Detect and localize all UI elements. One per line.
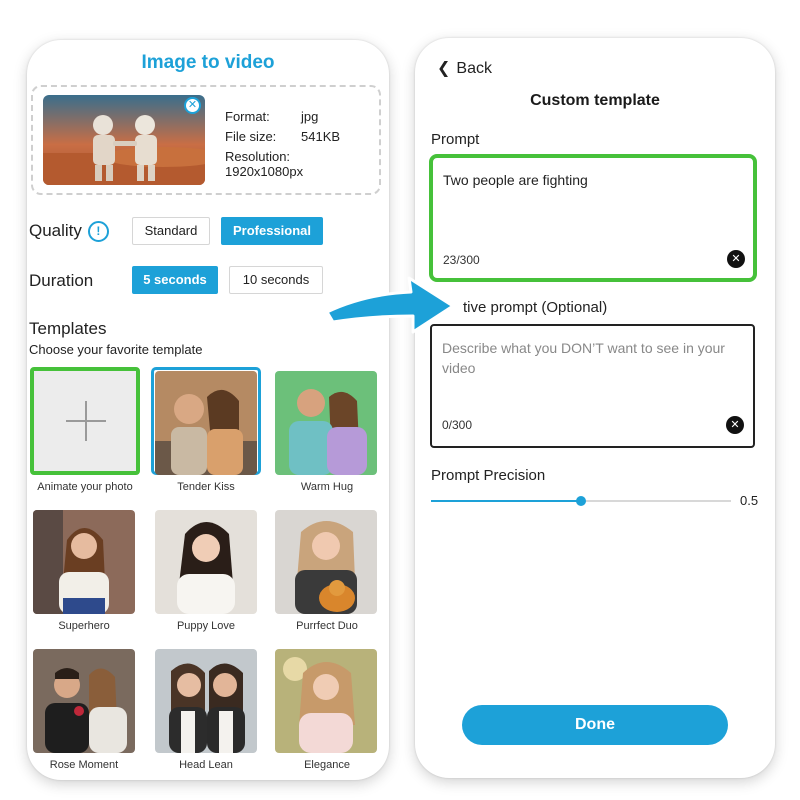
duration-10s-button[interactable]: 10 seconds [229,266,323,294]
negative-prompt-label: tive prompt (Optional) [463,299,608,316]
negative-prompt-counter: 0/300 [442,418,473,432]
prompt-input[interactable]: Two people are fighting 23/300 ✕ [429,154,757,282]
duration-label: Duration [29,271,94,290]
template-label: Purrfect Duo [296,620,358,632]
back-button[interactable]: ❮ Back [437,58,492,78]
remove-image-icon[interactable]: ✕ [184,97,201,114]
template-superhero[interactable] [33,510,135,614]
back-label: Back [456,60,492,77]
superhero-image [33,510,135,614]
duration-5s-button[interactable]: 5 seconds [132,266,218,294]
custom-template-screen: ❮ Back Custom template Prompt Two people … [415,38,775,778]
template-head-lean[interactable] [155,649,257,753]
done-button[interactable]: Done [462,705,728,745]
prompt-label: Prompt [431,131,480,148]
chevron-left-icon: ❮ [437,60,451,77]
uploaded-image-thumbnail: ✕ [43,95,205,185]
resolution-row: Resolution:1920x1080px [225,149,379,179]
purrfect-duo-image [275,510,377,614]
image-to-video-screen: Image to video ✕ Format: jpg File size: 54 [27,40,389,780]
template-puppy-love[interactable] [155,510,257,614]
template-rose-moment[interactable] [33,649,135,753]
template-label: Head Lean [179,759,233,771]
precision-slider[interactable] [431,496,731,506]
clear-negative-prompt-icon[interactable]: ✕ [726,416,744,434]
size-value: 541KB [301,129,341,144]
template-purrfect-duo[interactable] [275,510,377,614]
templates-subtitle: Choose your favorite template [29,342,203,357]
size-row: File size: 541KB [225,129,340,144]
template-label: Animate your photo [37,481,133,493]
template-label: Warm Hug [300,481,354,493]
negative-prompt-placeholder: Describe what you DON’T want to see in y… [442,340,725,376]
format-label: Format: [225,109,270,124]
astronauts-image [43,115,205,185]
resolution-value: 1920x1080px [225,164,304,179]
template-elegance[interactable] [275,649,377,753]
precision-label: Prompt Precision [431,467,546,484]
upload-area[interactable]: ✕ Format: jpg File size: 541KB Resolution:… [31,85,381,195]
template-label: Superhero [58,620,110,632]
screen-title: Custom template [530,92,660,109]
template-label: Elegance [304,759,350,771]
quality-professional-button[interactable]: Professional [221,217,323,245]
resolution-label: Resolution: [225,149,291,164]
quality-standard-button[interactable]: Standard [132,217,210,245]
arrow-icon [325,276,455,334]
tender-kiss-image [155,371,257,475]
slider-fill [431,500,581,502]
precision-value: 0.5 [740,493,759,508]
warm-hug-image [275,371,377,475]
page-title: Image to video [141,52,275,73]
quality-text: Quality [29,221,82,240]
prompt-text: Two people are fighting [443,172,588,188]
animate-photo-tile[interactable] [30,367,140,475]
puppy-love-image [155,510,257,614]
template-label: Tender Kiss [177,481,235,493]
format-row: Format: jpg [225,109,318,124]
template-label: Puppy Love [176,620,236,632]
format-value: jpg [301,109,319,124]
quality-label: Quality! [29,221,109,242]
clear-prompt-icon[interactable]: ✕ [727,250,745,268]
negative-prompt-input[interactable]: Describe what you DON’T want to see in y… [430,324,755,448]
template-warm-hug[interactable] [275,371,377,475]
elegance-image [275,649,377,753]
slider-thumb[interactable] [576,496,586,506]
template-tender-kiss[interactable] [155,371,257,475]
prompt-counter: 23/300 [443,253,480,267]
head-lean-image [155,649,257,753]
info-icon[interactable]: ! [87,221,109,242]
templates-title: Templates [29,319,107,338]
template-label: Rose Moment [49,759,119,771]
rose-moment-image [33,649,135,753]
size-label: File size: [225,129,277,144]
